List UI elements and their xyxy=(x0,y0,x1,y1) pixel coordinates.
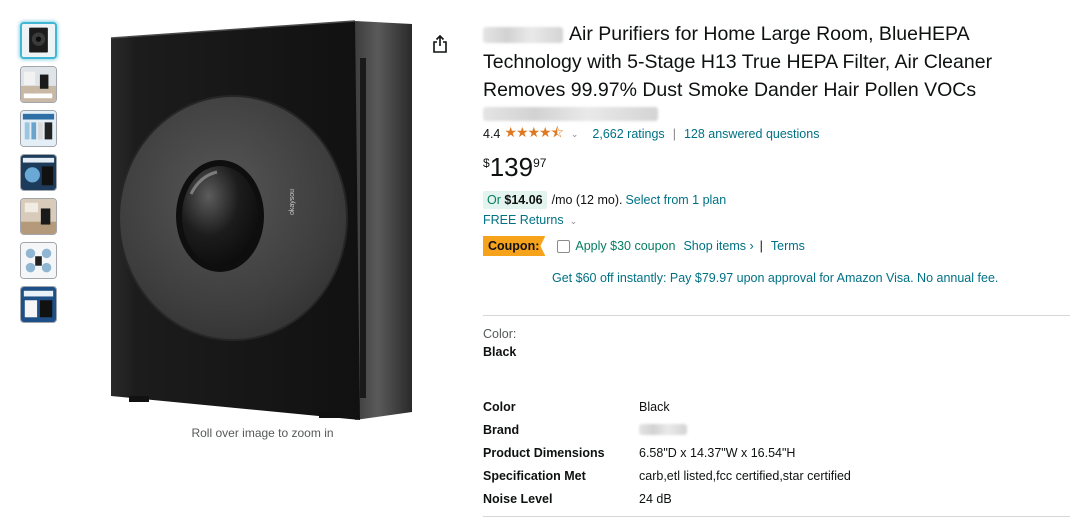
spec-row-brand: Brand xyxy=(483,418,1043,441)
thumbnail-2[interactable] xyxy=(20,66,57,103)
shop-items-link[interactable]: Shop items › xyxy=(683,239,753,253)
spec-key: Color xyxy=(483,399,516,414)
select-plan-link[interactable]: Select from 1 plan xyxy=(625,193,726,207)
ratings-count-link[interactable]: 2,662 ratings xyxy=(592,127,664,141)
spec-key: Brand xyxy=(483,422,520,437)
coupon-checkbox[interactable] xyxy=(557,239,571,253)
free-returns-link[interactable]: FREE Returns ⌄ xyxy=(483,213,591,227)
free-returns-label: FREE Returns xyxy=(483,213,564,227)
product-main-image[interactable]: okaysou xyxy=(105,18,420,423)
store-link-redacted[interactable] xyxy=(483,107,658,121)
spec-key: Specification Met xyxy=(483,468,586,483)
answered-questions-link[interactable]: 128 answered questions xyxy=(684,127,820,141)
apply-coupon-label[interactable]: Apply $30 coupon xyxy=(575,239,675,253)
price-symbol: $ xyxy=(483,156,490,170)
color-label: Color: xyxy=(483,327,517,341)
share-icon[interactable] xyxy=(431,34,449,54)
thumbnail-6[interactable] xyxy=(20,242,57,279)
coupon-row: Coupon: Apply $30 coupon Shop items › | … xyxy=(483,236,805,256)
chevron-down-icon[interactable]: ⌄ xyxy=(571,129,579,140)
price: $13997 xyxy=(483,153,546,181)
visa-offer-link[interactable]: Get $60 off instantly: Pay $79.97 upon a… xyxy=(552,271,998,285)
thumbnail-4[interactable] xyxy=(20,154,57,191)
thumbnail-1[interactable] xyxy=(20,22,57,59)
divider xyxy=(483,315,1070,316)
color-value: Black xyxy=(483,345,517,359)
monthly-suffix: /mo (12 mo). xyxy=(551,193,623,207)
chevron-down-icon[interactable]: ⌄ xyxy=(570,216,578,226)
price-fraction: 97 xyxy=(533,156,547,170)
monthly-badge: Or $14.06 xyxy=(483,191,547,209)
divider xyxy=(483,516,1070,517)
zoom-hint: Roll over image to zoom in xyxy=(191,426,334,440)
monthly-prefix: Or xyxy=(487,193,501,207)
spec-row-specification: Specification Met carb,etl listed,fcc ce… xyxy=(483,464,1043,487)
monthly-payment-row: Or $14.06 /mo (12 mo). Select from 1 pla… xyxy=(483,191,726,209)
spec-value: carb,etl listed,fcc certified,star certi… xyxy=(639,468,851,483)
price-whole: 139 xyxy=(489,152,534,182)
spec-key: Noise Level xyxy=(483,491,553,506)
brand-name-redacted xyxy=(483,26,563,43)
product-specs-table: Color Black Brand Product Dimensions 6.5… xyxy=(483,395,1043,510)
spec-row-noise: Noise Level 24 dB xyxy=(483,487,1043,510)
star-rating-icon[interactable]: ★★★★⯪ xyxy=(504,122,563,146)
spec-key: Product Dimensions xyxy=(483,445,605,460)
spec-row-color: Color Black xyxy=(483,395,1043,418)
rating-row: 4.4 ★★★★⯪ ⌄ 2,662 ratings | 128 answered… xyxy=(483,122,819,146)
product-title: Air Purifiers for Home Large Room, BlueH… xyxy=(483,20,1063,104)
thumbnail-strip xyxy=(20,22,58,330)
coupon-terms-link[interactable]: Terms xyxy=(771,239,805,253)
monthly-amount: $14.06 xyxy=(504,193,543,207)
spec-value: 6.58"D x 14.37"W x 16.54"H xyxy=(639,445,796,460)
thumbnail-7[interactable] xyxy=(20,286,57,323)
coupon-separator: | xyxy=(759,239,763,253)
coupon-badge: Coupon: xyxy=(483,236,546,256)
spec-row-dimensions: Product Dimensions 6.58"D x 14.37"W x 16… xyxy=(483,441,1043,464)
rating-separator: | xyxy=(672,127,676,141)
thumbnail-5[interactable] xyxy=(20,198,57,235)
brand-logo: okaysou xyxy=(289,189,296,215)
thumbnail-3[interactable] xyxy=(20,110,57,147)
spec-value: Black xyxy=(639,399,670,414)
rating-score: 4.4 xyxy=(483,127,501,141)
spec-value: 24 dB xyxy=(639,491,672,506)
brand-value-redacted xyxy=(639,424,687,435)
